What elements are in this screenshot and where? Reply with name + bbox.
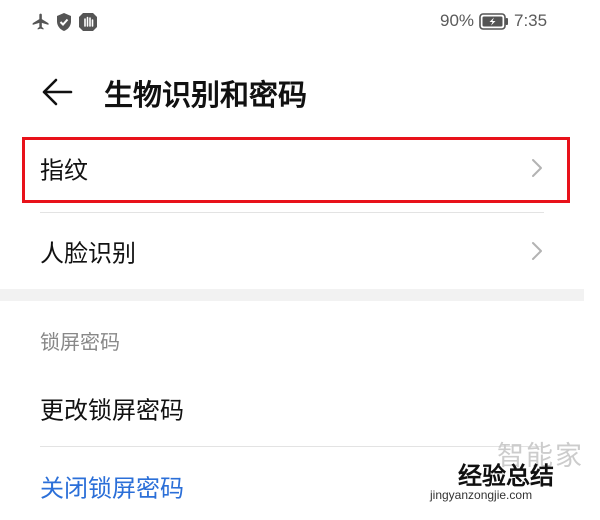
airplane-icon [30, 12, 52, 36]
battery-percent: 90% [440, 11, 475, 30]
section-separator [0, 289, 584, 301]
disable-lock-password-item[interactable]: 关闭锁屏密码 [40, 452, 440, 520]
chevron-right-icon [530, 157, 544, 179]
divider [40, 212, 544, 213]
shield-icon [55, 12, 73, 36]
watermark: 智能家 经验总结 jingyanzongjie.com [430, 434, 590, 502]
arrow-left-icon[interactable] [38, 74, 78, 110]
face-recognition-item[interactable]: 人脸识别 [40, 217, 544, 285]
change-lock-password-label: 更改锁屏密码 [40, 396, 184, 425]
disable-lock-password-label: 关闭锁屏密码 [40, 474, 184, 503]
lock-screen-section-header: 锁屏密码 [40, 330, 120, 354]
status-bar: 90% 7:35 [0, 0, 600, 44]
fingerprint-item[interactable]: 指纹 [40, 134, 544, 202]
page-title: 生物识别和密码 [104, 78, 308, 112]
face-recognition-label: 人脸识别 [40, 239, 136, 268]
app-bar: 生物识别和密码 [0, 60, 600, 124]
watermark-url: jingyanzongjie.com [430, 488, 533, 502]
clock-time: 7:35 [514, 11, 548, 30]
change-lock-password-item[interactable]: 更改锁屏密码 [40, 374, 544, 442]
watermark-main: 经验总结 [458, 462, 554, 490]
battery-charging-icon [479, 13, 509, 34]
chevron-right-icon [530, 240, 544, 262]
fingerprint-label: 指纹 [40, 156, 88, 185]
hand-icon [78, 12, 98, 36]
